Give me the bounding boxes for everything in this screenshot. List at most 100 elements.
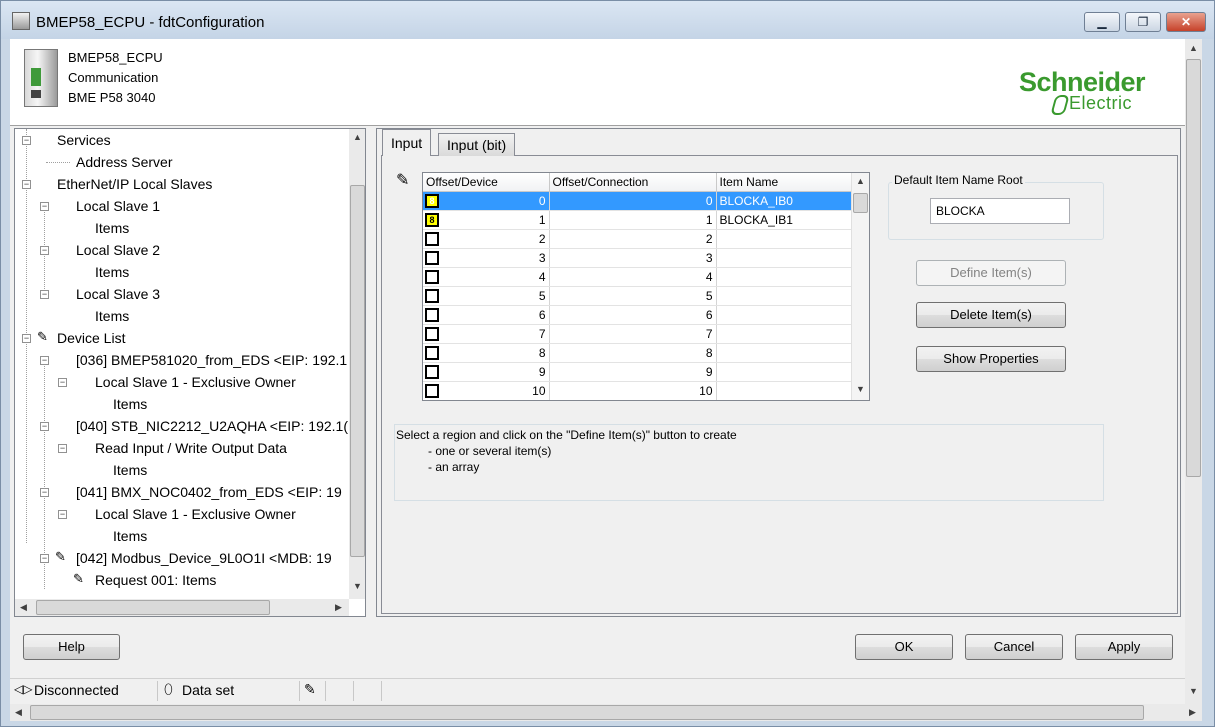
offset-connection-cell[interactable]: 4 [549,267,717,287]
ok-button[interactable]: OK [855,634,953,660]
row-checkbox[interactable] [425,231,439,246]
scroll-up-icon[interactable]: ▲ [349,132,365,142]
scroll-up-icon[interactable]: ▲ [852,176,869,186]
tree-item-items[interactable]: Items [113,393,147,415]
collapse-icon[interactable]: − [22,136,31,145]
collapse-icon[interactable]: − [40,488,49,497]
item-name-cell[interactable] [716,305,852,325]
scroll-down-icon[interactable]: ▼ [852,384,869,394]
table-row[interactable]: 66 [423,305,852,325]
scroll-down-icon[interactable]: ▼ [1185,686,1202,696]
collapse-icon[interactable]: − [58,378,67,387]
row-checkbox[interactable] [425,345,439,360]
table-row[interactable]: 77 [423,324,852,344]
offset-device-cell[interactable]: 8 [423,343,550,363]
window-vertical-scrollbar[interactable]: ▲ ▼ [1185,39,1202,704]
scroll-left-icon[interactable]: ◀ [10,707,27,718]
offset-device-cell[interactable]: 2 [423,229,550,249]
row-checkbox[interactable] [425,326,439,341]
tree-item-items[interactable]: Items [113,459,147,481]
table-row[interactable]: 88 [423,343,852,363]
collapse-icon[interactable]: − [22,180,31,189]
offset-connection-cell[interactable]: 5 [549,286,717,306]
define-items-button[interactable]: Define Item(s) [916,260,1066,286]
item-name-cell[interactable]: BLOCKA_IB0 [716,191,852,211]
maximize-button[interactable]: ❐ [1125,12,1161,32]
row-checkbox[interactable] [425,383,439,398]
tree-vertical-scrollbar[interactable]: ▲ ▼ [349,129,365,599]
collapse-icon[interactable]: − [40,202,49,211]
item-name-cell[interactable] [716,229,852,249]
offset-connection-cell[interactable]: 10 [549,381,717,400]
offset-device-cell[interactable]: 6 [423,305,550,325]
minimize-button[interactable]: ▁ [1084,12,1120,32]
item-name-cell[interactable] [716,324,852,344]
scroll-thumb[interactable] [350,185,365,557]
item-name-cell[interactable] [716,362,852,382]
tree-item-items[interactable]: Items [95,217,129,239]
offset-connection-cell[interactable]: 1 [549,210,717,230]
collapse-icon[interactable]: − [40,290,49,299]
item-name-cell[interactable] [716,286,852,306]
offset-connection-cell[interactable]: 8 [549,343,717,363]
collapse-icon[interactable]: − [40,246,49,255]
tree-item-device-list[interactable]: Device List [57,327,125,349]
scroll-down-icon[interactable]: ▼ [349,581,365,591]
table-row[interactable]: 33 [423,248,852,268]
collapse-icon[interactable]: − [58,444,67,453]
offset-device-cell[interactable]: 9 [423,362,550,382]
offset-connection-cell[interactable]: 3 [549,248,717,268]
tree-item-local-slave-2[interactable]: Local Slave 2 [76,239,160,261]
scroll-thumb[interactable] [853,193,868,213]
offset-device-cell[interactable]: 10 [423,381,550,400]
table-row[interactable]: 44 [423,267,852,287]
tab-input[interactable]: Input [382,129,432,156]
pane-splitter[interactable] [370,128,375,617]
collapse-icon[interactable]: − [22,334,31,343]
offset-connection-cell[interactable]: 9 [549,362,717,382]
offset-device-cell[interactable]: 7 [423,324,550,344]
tree-item-read-write-data[interactable]: Read Input / Write Output Data [95,437,287,459]
offset-device-cell[interactable]: 4 [423,267,550,287]
column-header-item-name[interactable]: Item Name [716,173,852,192]
offset-device-cell[interactable]: 5 [423,286,550,306]
row-checkbox[interactable] [425,288,439,303]
tree-item-address-server[interactable]: Address Server [76,151,172,173]
scroll-right-icon[interactable]: ▶ [1184,707,1201,718]
row-checkbox[interactable]: 8 [425,193,439,208]
table-row[interactable]: 22 [423,229,852,249]
cancel-button[interactable]: Cancel [965,634,1063,660]
close-button[interactable]: ✕ [1166,12,1206,32]
tree-item-exclusive-owner[interactable]: Local Slave 1 - Exclusive Owner [95,371,296,393]
tree-item-device-042[interactable]: [042] Modbus_Device_9L0O1I <MDB: 19 [76,547,332,569]
name-root-input[interactable]: BLOCKA [930,198,1070,224]
column-header-offset-device[interactable]: Offset/Device [423,173,550,192]
table-row[interactable]: 55 [423,286,852,306]
tree-item-device-040[interactable]: [040] STB_NIC2212_U2AQHA <EIP: 192.1( [76,415,348,437]
collapse-icon[interactable]: − [40,356,49,365]
row-checkbox[interactable] [425,269,439,284]
column-header-offset-connection[interactable]: Offset/Connection [549,173,717,192]
collapse-icon[interactable]: − [40,554,49,563]
collapse-icon[interactable]: − [40,422,49,431]
tree-item-items[interactable]: Items [95,305,129,327]
offset-device-cell[interactable]: 80 [423,191,550,211]
offset-connection-cell[interactable]: 2 [549,229,717,249]
row-checkbox[interactable] [425,364,439,379]
offset-device-cell[interactable]: 3 [423,248,550,268]
table-row[interactable]: 10 10 [423,381,852,400]
grid-vertical-scrollbar[interactable]: ▲ ▼ [851,173,869,400]
tree-item-items[interactable]: Items [113,525,147,547]
delete-items-button[interactable]: Delete Item(s) [916,302,1066,328]
tree-item-local-slave-3[interactable]: Local Slave 3 [76,283,160,305]
tree-item-request-001[interactable]: Request 001: Items [95,569,216,591]
tree-item-services[interactable]: Services [57,129,111,151]
item-name-cell[interactable] [716,248,852,268]
offset-connection-cell[interactable]: 0 [549,191,717,211]
scroll-left-icon[interactable]: ◀ [15,602,32,613]
show-properties-button[interactable]: Show Properties [916,346,1066,372]
offset-device-cell[interactable]: 81 [423,210,550,230]
tree-item-items[interactable]: Items [95,261,129,283]
items-grid[interactable]: Offset/Device Offset/Connection Item Nam… [422,172,870,401]
scroll-thumb[interactable] [1186,59,1201,477]
